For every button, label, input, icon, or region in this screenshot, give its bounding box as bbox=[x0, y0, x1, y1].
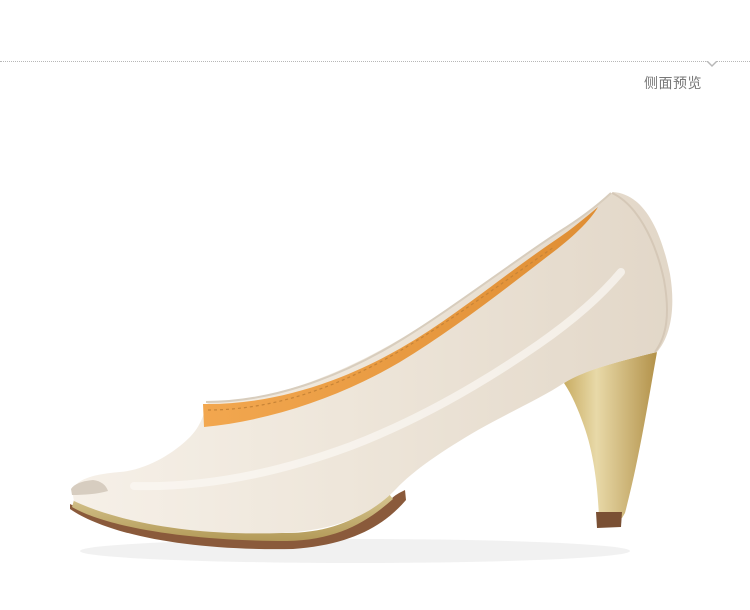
product-image bbox=[70, 192, 673, 563]
shoe-heel-tip bbox=[596, 512, 622, 528]
shoe-shadow bbox=[80, 539, 630, 563]
shoe-heel bbox=[564, 352, 657, 519]
